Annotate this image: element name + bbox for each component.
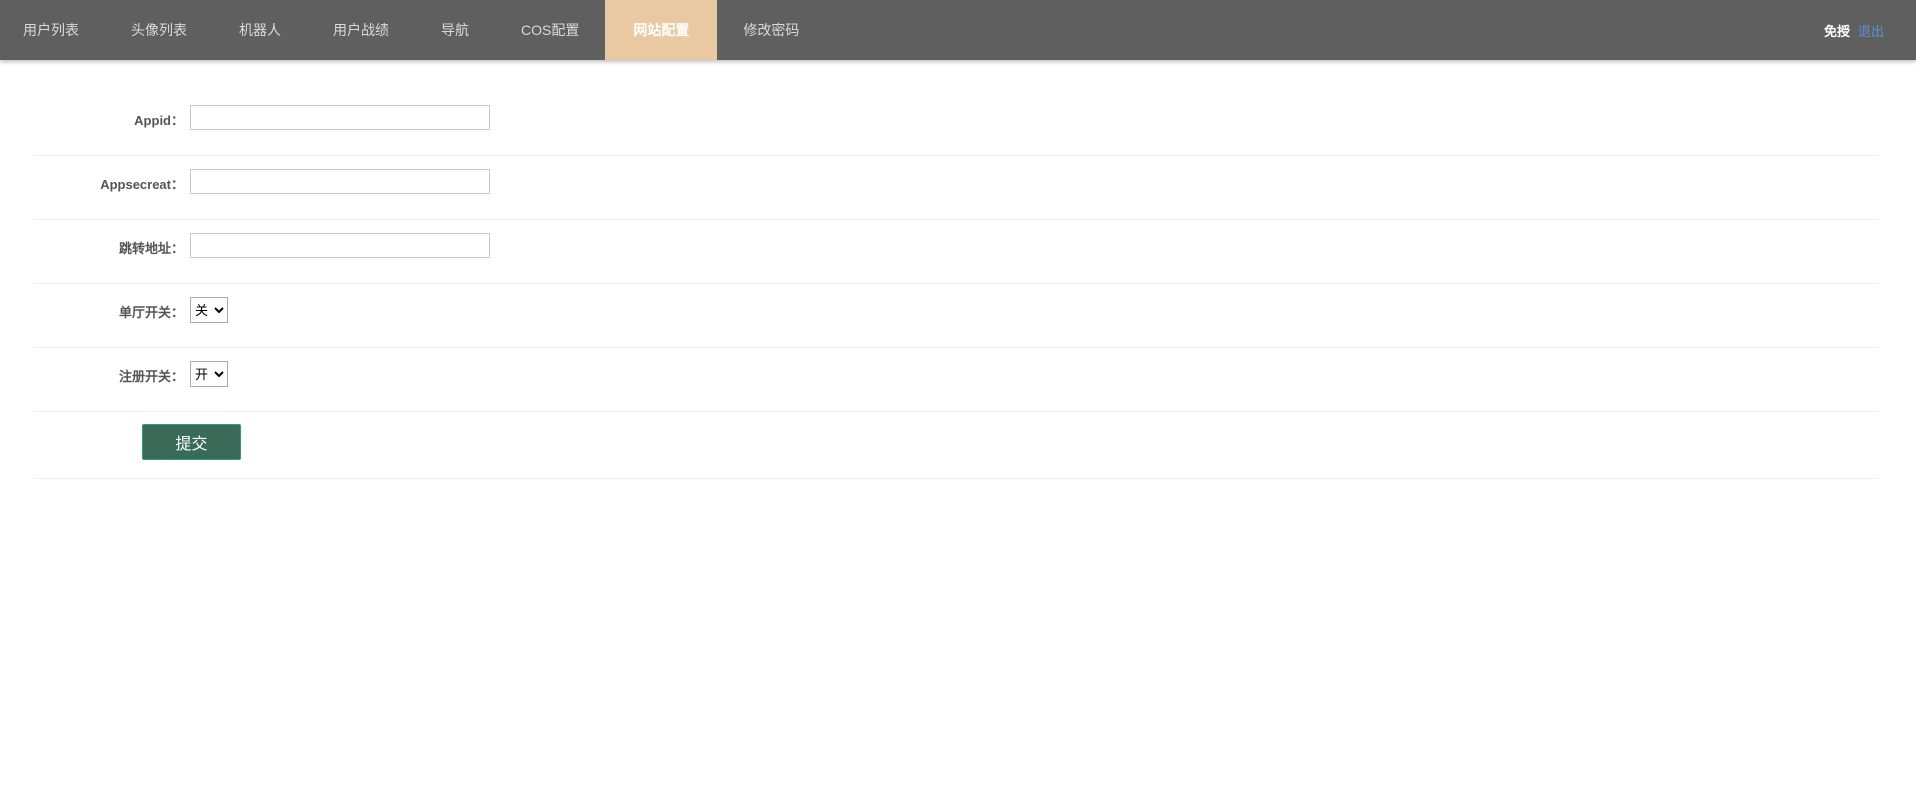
nav-item-user-list[interactable]: 用户列表	[0, 0, 105, 60]
form-row-register: 注册开关： 开 关	[34, 348, 1878, 412]
form-row-appid: Appid：	[34, 92, 1878, 156]
site-config-form: Appid： Appsecreat： 跳转地址： 单厅开关： 关 开 注册开关：…	[34, 92, 1878, 479]
top-navbar: 用户列表 头像列表 机器人 用户战绩 导航 COS配置 网站配置 修改密码 免授…	[0, 0, 1916, 60]
redirect-url-input[interactable]	[190, 233, 490, 258]
appid-label: Appid：	[134, 113, 184, 128]
nav-item-robot[interactable]: 机器人	[213, 0, 307, 60]
form-row-redirect: 跳转地址：	[34, 220, 1878, 284]
single-hall-select[interactable]: 关 开	[190, 297, 228, 323]
nav-item-avatar-list[interactable]: 头像列表	[105, 0, 213, 60]
user-name: 免授	[1823, 23, 1850, 39]
nav-item-user-records[interactable]: 用户战绩	[307, 0, 415, 60]
logout-link[interactable]: 退出	[1858, 21, 1884, 40]
single-hall-label: 单厅开关：	[118, 305, 184, 320]
form-row-single-hall: 单厅开关： 关 开	[34, 284, 1878, 348]
appsecret-label: Appsecreat：	[100, 177, 184, 192]
nav-item-site-config[interactable]: 网站配置	[605, 0, 718, 60]
nav-item-navigation[interactable]: 导航	[415, 0, 495, 60]
submit-button[interactable]: 提交	[142, 424, 241, 460]
appsecret-input[interactable]	[190, 169, 490, 194]
nav-item-change-password[interactable]: 修改密码	[717, 0, 825, 60]
register-select[interactable]: 开 关	[190, 361, 228, 387]
user-area: 免授 退出	[1824, 0, 1884, 60]
redirect-url-label: 跳转地址：	[118, 241, 184, 256]
main-nav: 用户列表 头像列表 机器人 用户战绩 导航 COS配置 网站配置 修改密码	[0, 0, 825, 60]
nav-item-cos-config[interactable]: COS配置	[495, 0, 605, 60]
form-row-appsecret: Appsecreat：	[34, 156, 1878, 220]
form-row-submit: 提交	[34, 412, 1878, 479]
register-label: 注册开关：	[118, 369, 184, 384]
appid-input[interactable]	[190, 105, 490, 130]
